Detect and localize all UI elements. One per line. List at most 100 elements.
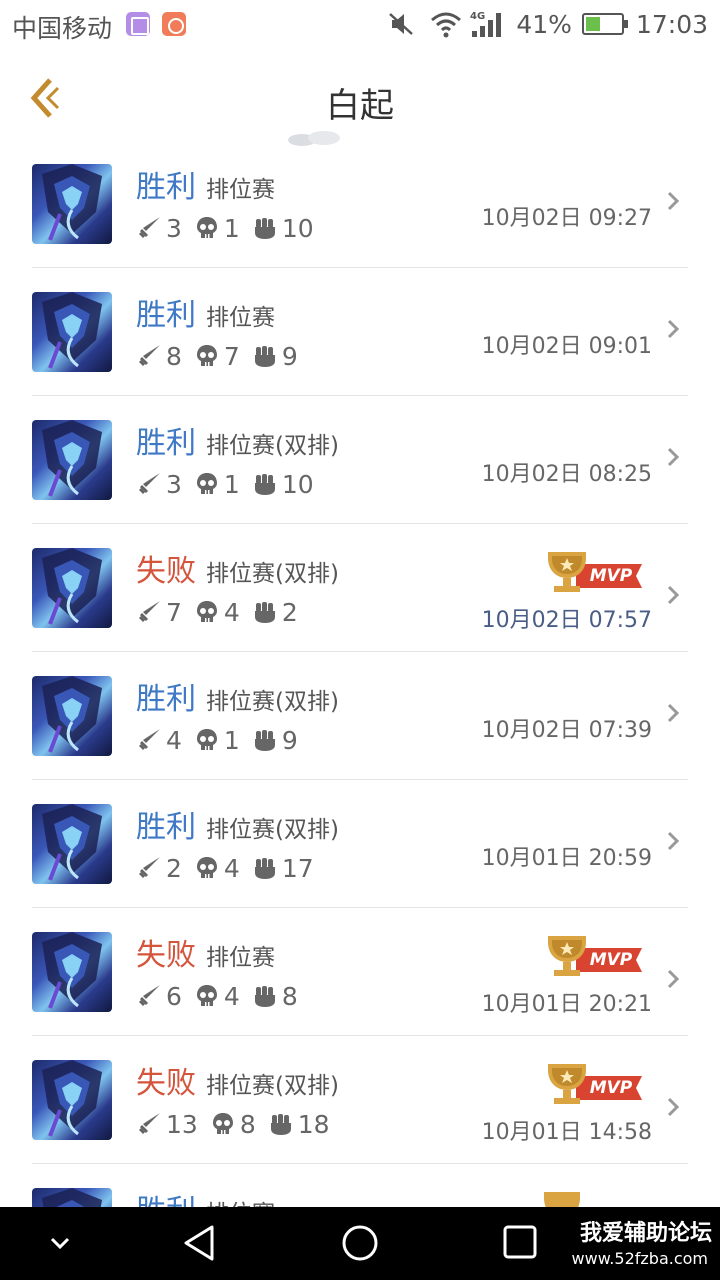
match-row[interactable]: 胜利 排位赛 3 1 10 10月02日 09:27 xyxy=(32,140,688,268)
assists-value: 17 xyxy=(281,853,314,883)
match-mode: 排位赛(双排) xyxy=(206,817,339,843)
hero-avatar xyxy=(32,292,112,372)
match-row[interactable]: 失败 排位赛(双排) 7 4 2 MVP 10月02日 07:57 xyxy=(32,524,688,652)
kda-stats: 13 8 18 xyxy=(136,1108,342,1140)
match-row[interactable]: 胜利 排位赛(双排) 2 4 17 10月01日 20:59 xyxy=(32,780,688,908)
match-time: 10月02日 07:39 xyxy=(481,718,652,743)
chevron-right-icon xyxy=(667,831,680,851)
deaths-value: 1 xyxy=(223,213,240,243)
deaths-value: 4 xyxy=(223,981,240,1011)
recents-square-icon[interactable] xyxy=(502,1224,538,1260)
match-result: 胜利 xyxy=(136,682,196,717)
assists-value: 9 xyxy=(281,725,298,755)
deaths-value: 4 xyxy=(223,597,240,627)
hide-nav-icon[interactable] xyxy=(48,1231,72,1255)
match-list: 胜利 排位赛 3 1 10 10月02日 09:27 胜利 排位赛 8 7 9 10月02日 09:0… xyxy=(32,140,688,1224)
assists-value: 18 xyxy=(297,1109,330,1139)
kda-stats: 7 4 2 xyxy=(136,596,310,628)
kda-stats: 3 1 10 xyxy=(136,468,326,500)
match-mode: 排位赛(双排) xyxy=(206,689,339,715)
match-time: 10月02日 09:01 xyxy=(481,334,652,359)
kills-value: 3 xyxy=(166,213,182,243)
chevron-right-icon xyxy=(667,703,680,723)
skull-icon xyxy=(196,217,217,238)
kills-value: 13 xyxy=(166,1109,198,1139)
hero-avatar-art xyxy=(42,676,102,753)
hero-avatar-art xyxy=(42,932,102,1009)
navigation-bar: 我爱辅助论坛 www.52fzba.com xyxy=(0,1207,720,1280)
rocket-icon xyxy=(162,12,186,36)
chevron-right-icon xyxy=(667,447,680,467)
kills-value: 6 xyxy=(166,981,182,1011)
sword-icon xyxy=(139,601,160,622)
fist-icon xyxy=(254,474,275,495)
match-result: 胜利 xyxy=(136,810,196,845)
sword-icon xyxy=(139,217,160,238)
fist-icon xyxy=(254,346,275,367)
deaths-value: 1 xyxy=(223,725,240,755)
match-time: 10月01日 20:21 xyxy=(481,992,652,1017)
kills-value: 4 xyxy=(166,725,182,755)
hero-avatar-art xyxy=(42,164,102,241)
deaths-value: 7 xyxy=(223,341,240,371)
home-circle-icon[interactable] xyxy=(340,1223,380,1263)
hero-avatar xyxy=(32,164,112,244)
kills-value: 2 xyxy=(166,853,182,883)
mvp-label: MVP xyxy=(589,950,633,970)
skull-icon xyxy=(196,473,217,494)
kda-stats: 4 1 9 xyxy=(136,724,310,756)
fist-icon xyxy=(254,986,275,1007)
sword-icon xyxy=(139,473,160,494)
back-triangle-icon[interactable] xyxy=(180,1223,220,1263)
match-result: 胜利 xyxy=(136,426,196,461)
match-row[interactable]: 胜利 排位赛(双排) 3 1 10 10月02日 08:25 xyxy=(32,396,688,524)
match-time: 10月02日 08:25 xyxy=(481,462,652,487)
sword-icon xyxy=(139,345,160,366)
assists-value: 8 xyxy=(281,981,298,1011)
fist-icon xyxy=(254,602,275,623)
match-time: 10月02日 09:27 xyxy=(481,206,652,231)
hero-avatar-art xyxy=(42,548,102,625)
match-row[interactable]: 失败 排位赛 6 4 8 MVP 10月01日 20:21 xyxy=(32,908,688,1036)
sword-icon xyxy=(139,985,160,1006)
chevron-right-icon xyxy=(667,585,680,605)
mute-icon xyxy=(389,13,414,35)
signal-icon: 4G xyxy=(470,11,502,37)
match-mode: 排位赛 xyxy=(206,945,275,971)
skull-icon xyxy=(196,985,217,1006)
hero-avatar xyxy=(32,420,112,500)
assists-value: 10 xyxy=(281,469,314,499)
match-time: 10月02日 07:57 xyxy=(481,608,652,633)
sword-icon xyxy=(139,857,160,878)
hero-avatar xyxy=(32,932,112,1012)
chevron-right-icon xyxy=(667,319,680,339)
match-result: 胜利 xyxy=(136,298,196,333)
gallery-icon xyxy=(126,12,150,36)
chevron-right-icon xyxy=(667,1097,680,1117)
match-time: 10月01日 20:59 xyxy=(481,846,652,871)
sword-icon xyxy=(139,1113,160,1134)
header: 白起 xyxy=(0,50,720,150)
kills-value: 8 xyxy=(166,341,182,371)
match-mode: 排位赛(双排) xyxy=(206,1073,339,1099)
sword-icon xyxy=(139,729,160,750)
assists-value: 2 xyxy=(281,597,298,627)
match-row[interactable]: 失败 排位赛(双排) 13 8 18 MVP 10月01日 14:58 xyxy=(32,1036,688,1164)
assists-value: 9 xyxy=(281,341,298,371)
match-mode: 排位赛 xyxy=(206,177,275,203)
match-mode: 排位赛(双排) xyxy=(206,561,339,587)
chevron-right-icon xyxy=(667,191,680,211)
fist-icon xyxy=(254,218,275,239)
kda-stats: 8 7 9 xyxy=(136,340,310,372)
hero-avatar xyxy=(32,676,112,756)
match-result: 失败 xyxy=(136,938,196,973)
fist-icon xyxy=(254,858,275,879)
kda-stats: 6 4 8 xyxy=(136,980,310,1012)
skull-icon xyxy=(196,345,217,366)
skull-icon xyxy=(196,857,217,878)
match-row[interactable]: 胜利 排位赛(双排) 4 1 9 10月02日 07:39 xyxy=(32,652,688,780)
deaths-value: 1 xyxy=(223,469,240,499)
match-row[interactable]: 胜利 排位赛 8 7 9 10月02日 09:01 xyxy=(32,268,688,396)
chevron-right-icon xyxy=(667,969,680,989)
kills-value: 7 xyxy=(166,597,182,627)
